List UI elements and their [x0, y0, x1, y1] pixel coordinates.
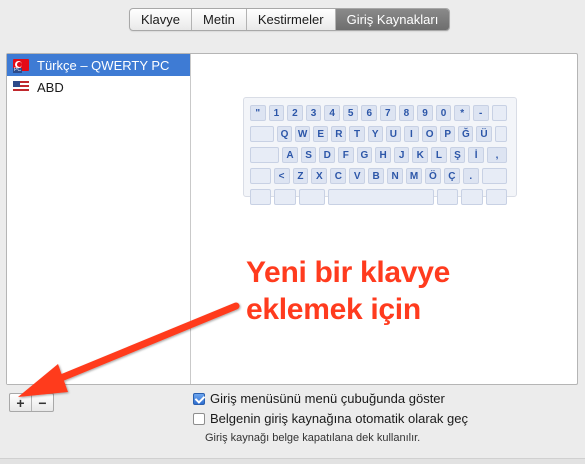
auto-switch-checkbox[interactable]: [193, 412, 205, 425]
keyboard-key: ": [250, 105, 266, 121]
tab-text[interactable]: Metin: [192, 9, 247, 30]
keyboard-key: N: [387, 168, 404, 184]
keyboard-key: Q: [276, 126, 293, 142]
keyboard-key: Ü: [476, 126, 492, 142]
source-item-us[interactable]: ABD: [7, 76, 190, 98]
turkish-flag-icon: PC: [13, 59, 29, 73]
keyboard-key-blank: [250, 168, 271, 184]
keyboard-key: E: [313, 126, 329, 142]
keyboard-key: W: [295, 126, 311, 142]
tab-bar: Klavye Metin Kestirmeler Giriş Kaynaklar…: [129, 8, 451, 31]
keyboard-key: Z: [292, 168, 309, 184]
keyboard-key: D: [319, 147, 336, 163]
keyboard-row: " 1 2 3 4 5 6 7 8 9 0 * -: [244, 105, 516, 123]
keyboard-key: 9: [417, 105, 433, 121]
auto-switch-option: Belgenin giriş kaynağına otomatik olarak…: [193, 411, 468, 426]
tab-keyboard[interactable]: Klavye: [130, 9, 193, 30]
source-item-turkish[interactable]: PC Türkçe – QWERTY PC: [7, 54, 190, 76]
keyboard-key: M: [406, 168, 422, 184]
keyboard-key: <: [273, 168, 290, 184]
keyboard-key: K: [412, 147, 429, 163]
keyboard-key-blank: [250, 189, 272, 205]
input-source-list: PC Türkçe – QWERTY PC ABD: [7, 54, 191, 384]
tab-shortcuts[interactable]: Kestirmeler: [247, 9, 336, 30]
us-flag-icon: [13, 81, 29, 93]
keyboard-key: 4: [324, 105, 340, 121]
keyboard-key: Ö: [424, 168, 441, 184]
keyboard-key-blank: [298, 189, 325, 205]
keyboard-key: 6: [361, 105, 378, 121]
keyboard-key: S: [300, 147, 317, 163]
keyboard-key: U: [385, 126, 401, 142]
keyboard-key-blank: [437, 189, 459, 205]
add-source-button[interactable]: +: [10, 394, 32, 411]
show-menu-option: Giriş menüsünü menü çubuğunda göster: [193, 391, 445, 406]
keyboard-key-blank: [250, 126, 274, 142]
keyboard-row: ASDFGHJKLŞİ,: [244, 147, 516, 165]
keyboard-key-blank: [494, 126, 508, 142]
keyboard-key: ,: [486, 147, 508, 163]
keyboard-row: [244, 189, 516, 207]
keyboard-key-blank: [327, 189, 435, 205]
keyboard-key: B: [368, 168, 385, 184]
keyboard-key-blank: [274, 189, 296, 205]
keyboard-key: 0: [435, 105, 452, 121]
keyboard-key-blank: [481, 168, 507, 184]
window-bottom-bar: [0, 458, 585, 464]
keyboard-key: T: [349, 126, 365, 142]
keyboard-key: H: [375, 147, 391, 163]
source-item-label: ABD: [37, 79, 64, 95]
keyboard-key: J: [393, 147, 410, 163]
annotation-text: Yeni bir klavye eklemek için: [246, 254, 450, 328]
keyboard-key: 2: [287, 105, 303, 121]
keyboard-key: Ç: [443, 168, 460, 184]
keyboard-key: Ş: [449, 147, 466, 163]
keyboard-preview: " 1 2 3 4 5 6 7 8 9 0 * - Q W E R T Y U I O P Ğ Ü A S D F G H J K L Ş İ, < Z X…: [243, 97, 517, 205]
keyboard-key: F: [338, 147, 354, 163]
keyboard-key-blank: [491, 105, 508, 121]
keyboard-row: QWERTYUIOPĞÜ: [244, 126, 516, 144]
keyboard-key: I: [403, 126, 420, 142]
keyboard-key-blank: [461, 189, 483, 205]
keyboard-key: 8: [398, 105, 415, 121]
keyboard-key: İ: [468, 147, 484, 163]
keyboard-key: X: [311, 168, 328, 184]
remove-source-button[interactable]: −: [32, 394, 53, 411]
annotation-line-1: Yeni bir klavye: [246, 256, 450, 289]
show-menu-label: Giriş menüsünü menü çubuğunda göster: [210, 391, 445, 406]
keyboard-key: 7: [380, 105, 396, 121]
keyboard-key: Ğ: [458, 126, 474, 142]
keyboard-key: 3: [305, 105, 322, 121]
source-item-label: Türkçe – QWERTY PC: [37, 57, 170, 73]
keyboard-key-blank: [485, 189, 507, 205]
keyboard-key: P: [440, 126, 456, 142]
annotation-line-2: eklemek için: [246, 293, 421, 326]
keyboard-key: V: [349, 168, 366, 184]
keyboard-row: < Z X C V B N M Ö Ç.: [244, 168, 516, 186]
show-menu-checkbox[interactable]: [193, 392, 205, 405]
keyboard-key: 5: [342, 105, 359, 121]
keyboard-key: L: [431, 147, 447, 163]
keyboard-key: 1: [268, 105, 285, 121]
keyboard-key: *: [454, 105, 470, 121]
keyboard-key: C: [330, 168, 347, 184]
keyboard-key: A: [282, 147, 298, 163]
keyboard-key: O: [422, 126, 438, 142]
auto-switch-label: Belgenin giriş kaynağına otomatik olarak…: [210, 411, 468, 426]
auto-switch-hint: Giriş kaynağı belge kapatılana dek kulla…: [205, 432, 421, 444]
tab-input-sources[interactable]: Giriş Kaynakları: [335, 9, 450, 30]
keyboard-key: R: [331, 126, 347, 142]
keyboard-key: .: [462, 168, 479, 184]
keyboard-key-blank: [250, 147, 280, 163]
keyboard-key: G: [356, 147, 373, 163]
keyboard-key: -: [472, 105, 489, 121]
list-controls: + −: [9, 393, 54, 412]
keyboard-key: Y: [367, 126, 383, 142]
